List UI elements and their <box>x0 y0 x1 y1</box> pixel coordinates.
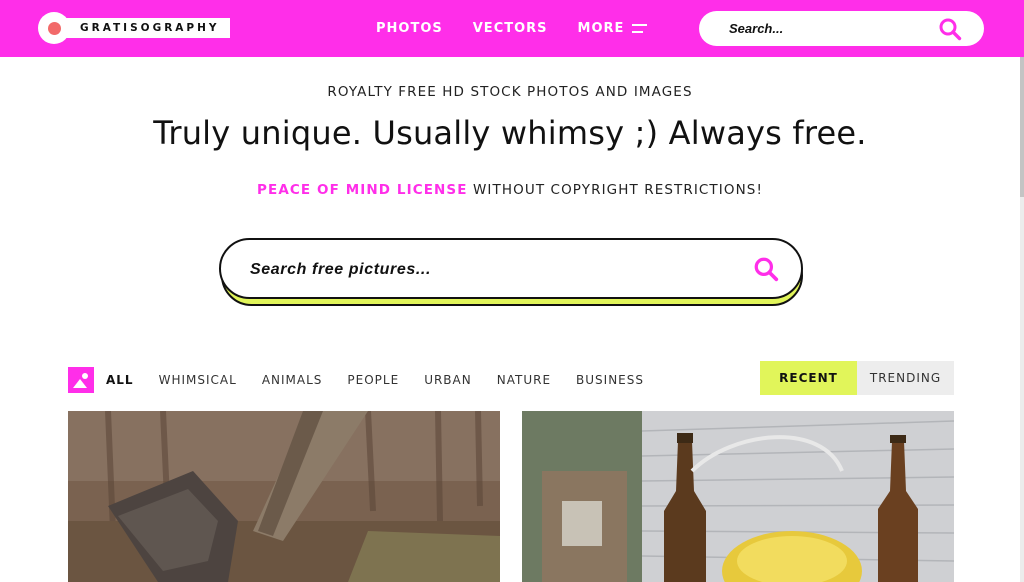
nav-photos[interactable]: PHOTOS <box>376 21 443 36</box>
search-icon[interactable] <box>938 17 962 46</box>
license-line: PEACE OF MIND LICENSE WITHOUT COPYRIGHT … <box>0 182 1020 198</box>
top-header: GRATISOGRAPHY PHOTOS VECTORS MORE <box>0 0 1024 57</box>
header-search-bar <box>699 11 984 46</box>
photo-axe-image <box>68 411 500 582</box>
main-nav: PHOTOS VECTORS MORE <box>376 21 677 36</box>
photo-card-axe[interactable] <box>68 411 500 582</box>
hero-eyebrow: ROYALTY FREE HD STOCK PHOTOS AND IMAGES <box>327 84 693 100</box>
photo-bottles-image <box>522 411 954 582</box>
category-people[interactable]: PEOPLE <box>347 373 399 387</box>
category-all[interactable]: ALL <box>106 373 134 387</box>
nav-more[interactable]: MORE <box>578 21 648 36</box>
scrollbar-thumb[interactable] <box>1020 57 1024 197</box>
sort-toggle: RECENT TRENDING <box>760 361 954 395</box>
category-business[interactable]: BUSINESS <box>576 373 644 387</box>
logo-icon <box>38 12 70 44</box>
main-search-input[interactable] <box>250 258 720 282</box>
site-logo[interactable]: GRATISOGRAPHY <box>38 12 230 44</box>
category-urban[interactable]: URBAN <box>424 373 472 387</box>
nav-vectors[interactable]: VECTORS <box>473 21 548 36</box>
license-link[interactable]: PEACE OF MIND LICENSE <box>257 182 468 198</box>
search-icon[interactable] <box>753 256 779 287</box>
license-text: WITHOUT COPYRIGHT RESTRICTIONS! <box>467 182 763 198</box>
photo-card-bottles[interactable] <box>522 411 954 582</box>
logo-wordmark: GRATISOGRAPHY <box>60 18 230 38</box>
category-icon <box>68 367 94 393</box>
hero-headline: Truly unique. Usually whimsy ;) Always f… <box>153 114 867 152</box>
nav-more-label: MORE <box>577 21 625 36</box>
nav-vectors-label: VECTORS <box>472 21 548 36</box>
category-filter: ALL WHIMSICAL ANIMALS PEOPLE URBAN NATUR… <box>106 373 669 387</box>
category-nature[interactable]: NATURE <box>497 373 551 387</box>
main-search-bar <box>219 238 803 299</box>
category-animals[interactable]: ANIMALS <box>262 373 323 387</box>
header-search-input[interactable] <box>729 18 929 39</box>
sort-recent-button[interactable]: RECENT <box>760 361 857 395</box>
sort-trending-button[interactable]: TRENDING <box>857 361 954 395</box>
menu-icon <box>632 24 648 33</box>
nav-photos-label: PHOTOS <box>376 21 443 36</box>
category-whimsical[interactable]: WHIMSICAL <box>159 373 237 387</box>
